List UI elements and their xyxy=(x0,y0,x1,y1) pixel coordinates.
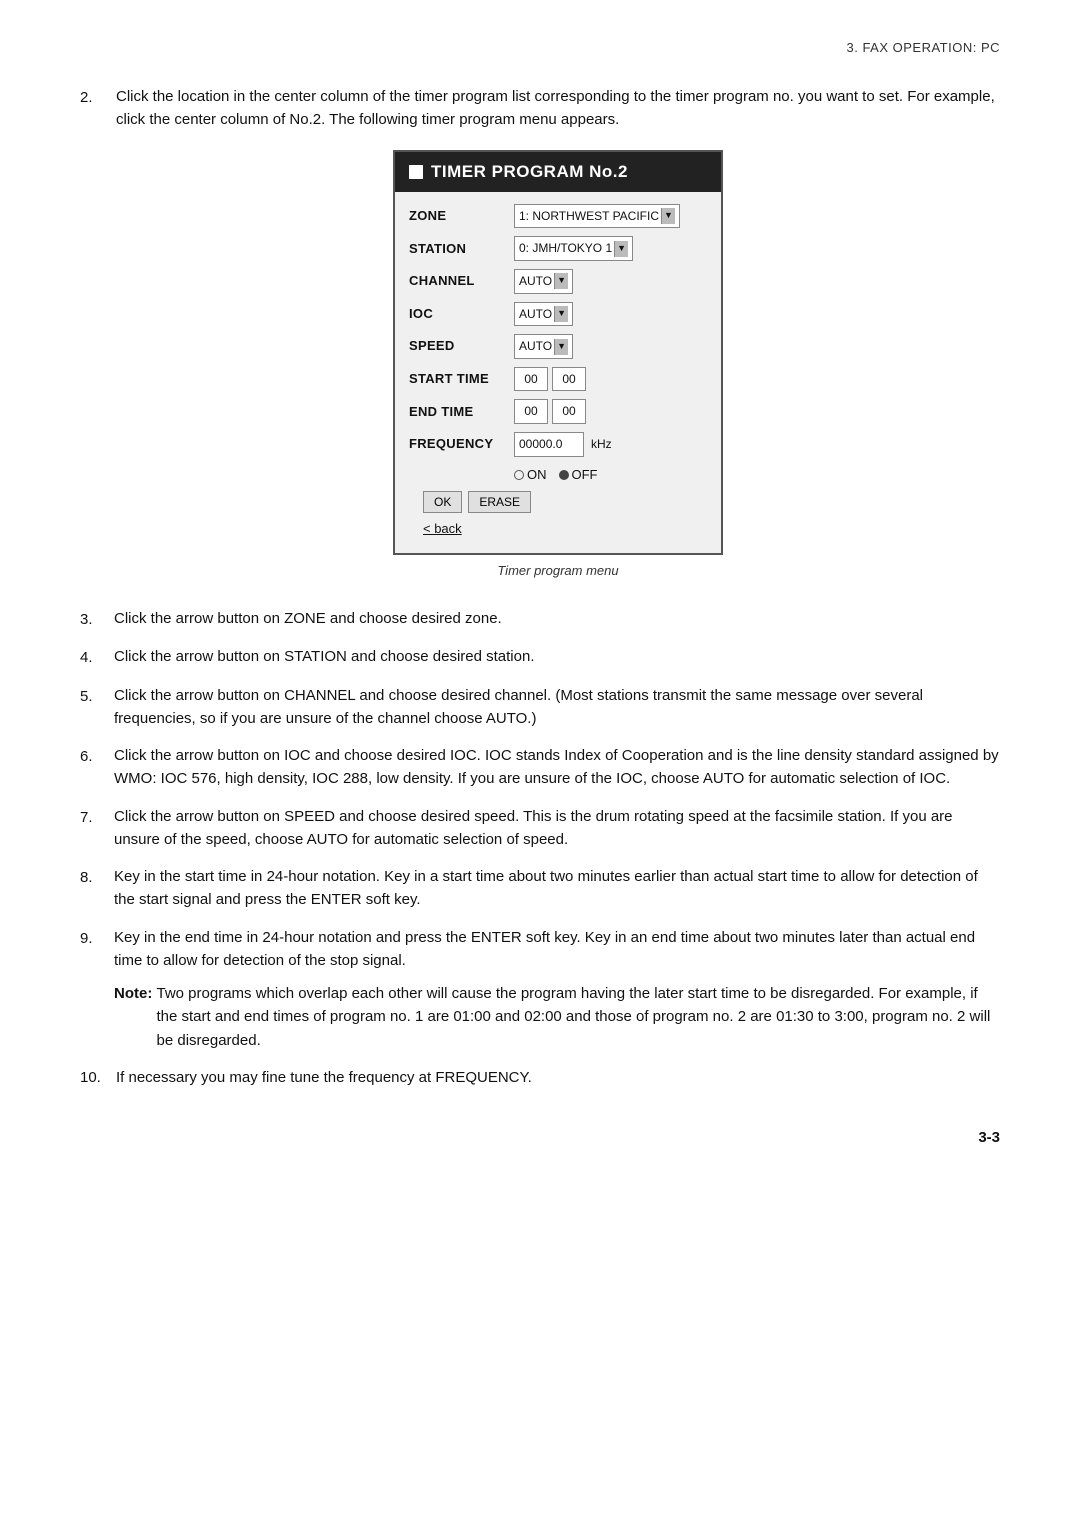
start-time-hour[interactable]: 00 xyxy=(514,367,548,392)
end-time-min[interactable]: 00 xyxy=(552,399,586,424)
channel-value: AUTO xyxy=(519,272,552,291)
ioc-row: IOC AUTO ▼ xyxy=(409,302,707,327)
zone-control[interactable]: 1: NORTHWEST PACIFIC ▼ xyxy=(514,204,680,229)
channel-arrow-icon[interactable]: ▼ xyxy=(554,273,568,289)
channel-label: CHANNEL xyxy=(409,271,514,291)
step-text-4: Click the arrow button on STATION and ch… xyxy=(114,645,1000,669)
ioc-control[interactable]: AUTO ▼ xyxy=(514,302,573,327)
frequency-row: FREQUENCY 00000.0 kHz xyxy=(409,432,707,457)
step-8: 8. Key in the start time in 24-hour nota… xyxy=(80,865,1000,912)
channel-control[interactable]: AUTO ▼ xyxy=(514,269,573,294)
zone-value: 1: NORTHWEST PACIFIC xyxy=(519,207,659,226)
ioc-select[interactable]: AUTO ▼ xyxy=(514,302,573,327)
step-6: 6. Click the arrow button on IOC and cho… xyxy=(80,744,1000,791)
steps-list: 3. Click the arrow button on ZONE and ch… xyxy=(80,607,1000,1052)
start-time-row: START TIME 00 00 xyxy=(409,367,707,392)
end-time-control[interactable]: 00 00 xyxy=(514,399,586,424)
end-time-row: END TIME 00 00 xyxy=(409,399,707,424)
zone-select[interactable]: 1: NORTHWEST PACIFIC ▼ xyxy=(514,204,680,229)
step-text-10: If necessary you may fine tune the frequ… xyxy=(116,1066,532,1089)
end-time-hour[interactable]: 00 xyxy=(514,399,548,424)
station-arrow-icon[interactable]: ▼ xyxy=(614,241,628,257)
step-num-6: 6. xyxy=(80,744,104,791)
station-label: STATION xyxy=(409,239,514,259)
ok-button[interactable]: OK xyxy=(423,491,462,513)
step-10: 10. If necessary you may fine tune the f… xyxy=(80,1066,1000,1089)
ioc-value: AUTO xyxy=(519,305,552,324)
step-7: 7. Click the arrow button on SPEED and c… xyxy=(80,805,1000,852)
step-num-3: 3. xyxy=(80,607,104,631)
step-text-8: Key in the start time in 24-hour notatio… xyxy=(114,865,1000,912)
speed-control[interactable]: AUTO ▼ xyxy=(514,334,573,359)
radio-off-label[interactable]: OFF xyxy=(559,465,598,485)
radio-row: ON OFF xyxy=(409,465,707,485)
back-link[interactable]: < back xyxy=(409,519,707,539)
start-time-label: START TIME xyxy=(409,369,514,389)
step-4: 4. Click the arrow button on STATION and… xyxy=(80,645,1000,669)
title-square-icon xyxy=(409,165,423,179)
station-row: STATION 0: JMH/TOKYO 1 ▼ xyxy=(409,236,707,261)
list-num-2: 2. xyxy=(80,85,106,589)
step-text-5: Click the arrow button on CHANNEL and ch… xyxy=(114,684,1000,731)
step-num-10: 10. xyxy=(80,1066,106,1089)
button-row: OK ERASE xyxy=(409,491,707,513)
step-text-9-block: Key in the end time in 24-hour notation … xyxy=(114,926,1000,1052)
station-select[interactable]: 0: JMH/TOKYO 1 ▼ xyxy=(514,236,633,261)
channel-row: CHANNEL AUTO ▼ xyxy=(409,269,707,294)
ioc-label: IOC xyxy=(409,304,514,324)
speed-select[interactable]: AUTO ▼ xyxy=(514,334,573,359)
zone-row: ZONE 1: NORTHWEST PACIFIC ▼ xyxy=(409,204,707,229)
timer-program-dialog: TIMER PROGRAM No.2 ZONE 1: NORTHWEST PAC… xyxy=(393,150,723,555)
station-value: 0: JMH/TOKYO 1 xyxy=(519,239,612,258)
intro-text: Click the location in the center column … xyxy=(116,88,995,128)
step-text-7: Click the arrow button on SPEED and choo… xyxy=(114,805,1000,852)
page-number: 3-3 xyxy=(80,1129,1000,1146)
speed-label: SPEED xyxy=(409,336,514,356)
frequency-input[interactable]: 00000.0 xyxy=(514,432,584,457)
step-num-5: 5. xyxy=(80,684,104,731)
frequency-label: FREQUENCY xyxy=(409,434,514,454)
ioc-arrow-icon[interactable]: ▼ xyxy=(554,306,568,322)
step-3: 3. Click the arrow button on ZONE and ch… xyxy=(80,607,1000,631)
dialog-caption: Timer program menu xyxy=(497,561,618,581)
frequency-unit: kHz xyxy=(591,435,612,454)
radio-on-label[interactable]: ON xyxy=(514,465,547,485)
step-9: 9. Key in the end time in 24-hour notati… xyxy=(80,926,1000,1052)
dialog-wrapper: TIMER PROGRAM No.2 ZONE 1: NORTHWEST PAC… xyxy=(116,150,1000,582)
step-5: 5. Click the arrow button on CHANNEL and… xyxy=(80,684,1000,731)
list-item-2: 2. Click the location in the center colu… xyxy=(80,85,1000,589)
dialog-title: TIMER PROGRAM No.2 xyxy=(431,159,628,185)
step-text-9: Key in the end time in 24-hour notation … xyxy=(114,929,975,969)
channel-select[interactable]: AUTO ▼ xyxy=(514,269,573,294)
list-content-2: Click the location in the center column … xyxy=(116,85,1000,589)
zone-label: ZONE xyxy=(409,206,514,226)
note-block: Note: Two programs which overlap each ot… xyxy=(114,982,1000,1052)
start-time-min[interactable]: 00 xyxy=(552,367,586,392)
step-num-8: 8. xyxy=(80,865,104,912)
radio-on-text: ON xyxy=(527,465,547,485)
step-num-4: 4. xyxy=(80,645,104,669)
radio-off-text: OFF xyxy=(572,465,598,485)
speed-arrow-icon[interactable]: ▼ xyxy=(554,339,568,355)
start-time-control[interactable]: 00 00 xyxy=(514,367,586,392)
speed-value: AUTO xyxy=(519,337,552,356)
page-header: 3. FAX OPERATION: PC xyxy=(80,40,1000,55)
step-num-9: 9. xyxy=(80,926,104,1052)
speed-row: SPEED AUTO ▼ xyxy=(409,334,707,359)
step-text-6: Click the arrow button on IOC and choose… xyxy=(114,744,1000,791)
radio-on-circle[interactable] xyxy=(514,470,524,480)
frequency-control[interactable]: 00000.0 kHz xyxy=(514,432,612,457)
end-time-label: END TIME xyxy=(409,402,514,422)
note-text: Two programs which overlap each other wi… xyxy=(157,982,1001,1052)
step-text-3: Click the arrow button on ZONE and choos… xyxy=(114,607,1000,631)
dialog-title-bar: TIMER PROGRAM No.2 xyxy=(395,152,721,192)
dialog-body: ZONE 1: NORTHWEST PACIFIC ▼ STATION xyxy=(395,192,721,543)
radio-off-circle[interactable] xyxy=(559,470,569,480)
station-control[interactable]: 0: JMH/TOKYO 1 ▼ xyxy=(514,236,633,261)
zone-arrow-icon[interactable]: ▼ xyxy=(661,208,675,224)
step-num-7: 7. xyxy=(80,805,104,852)
erase-button[interactable]: ERASE xyxy=(468,491,531,513)
note-label: Note: xyxy=(114,982,152,1052)
